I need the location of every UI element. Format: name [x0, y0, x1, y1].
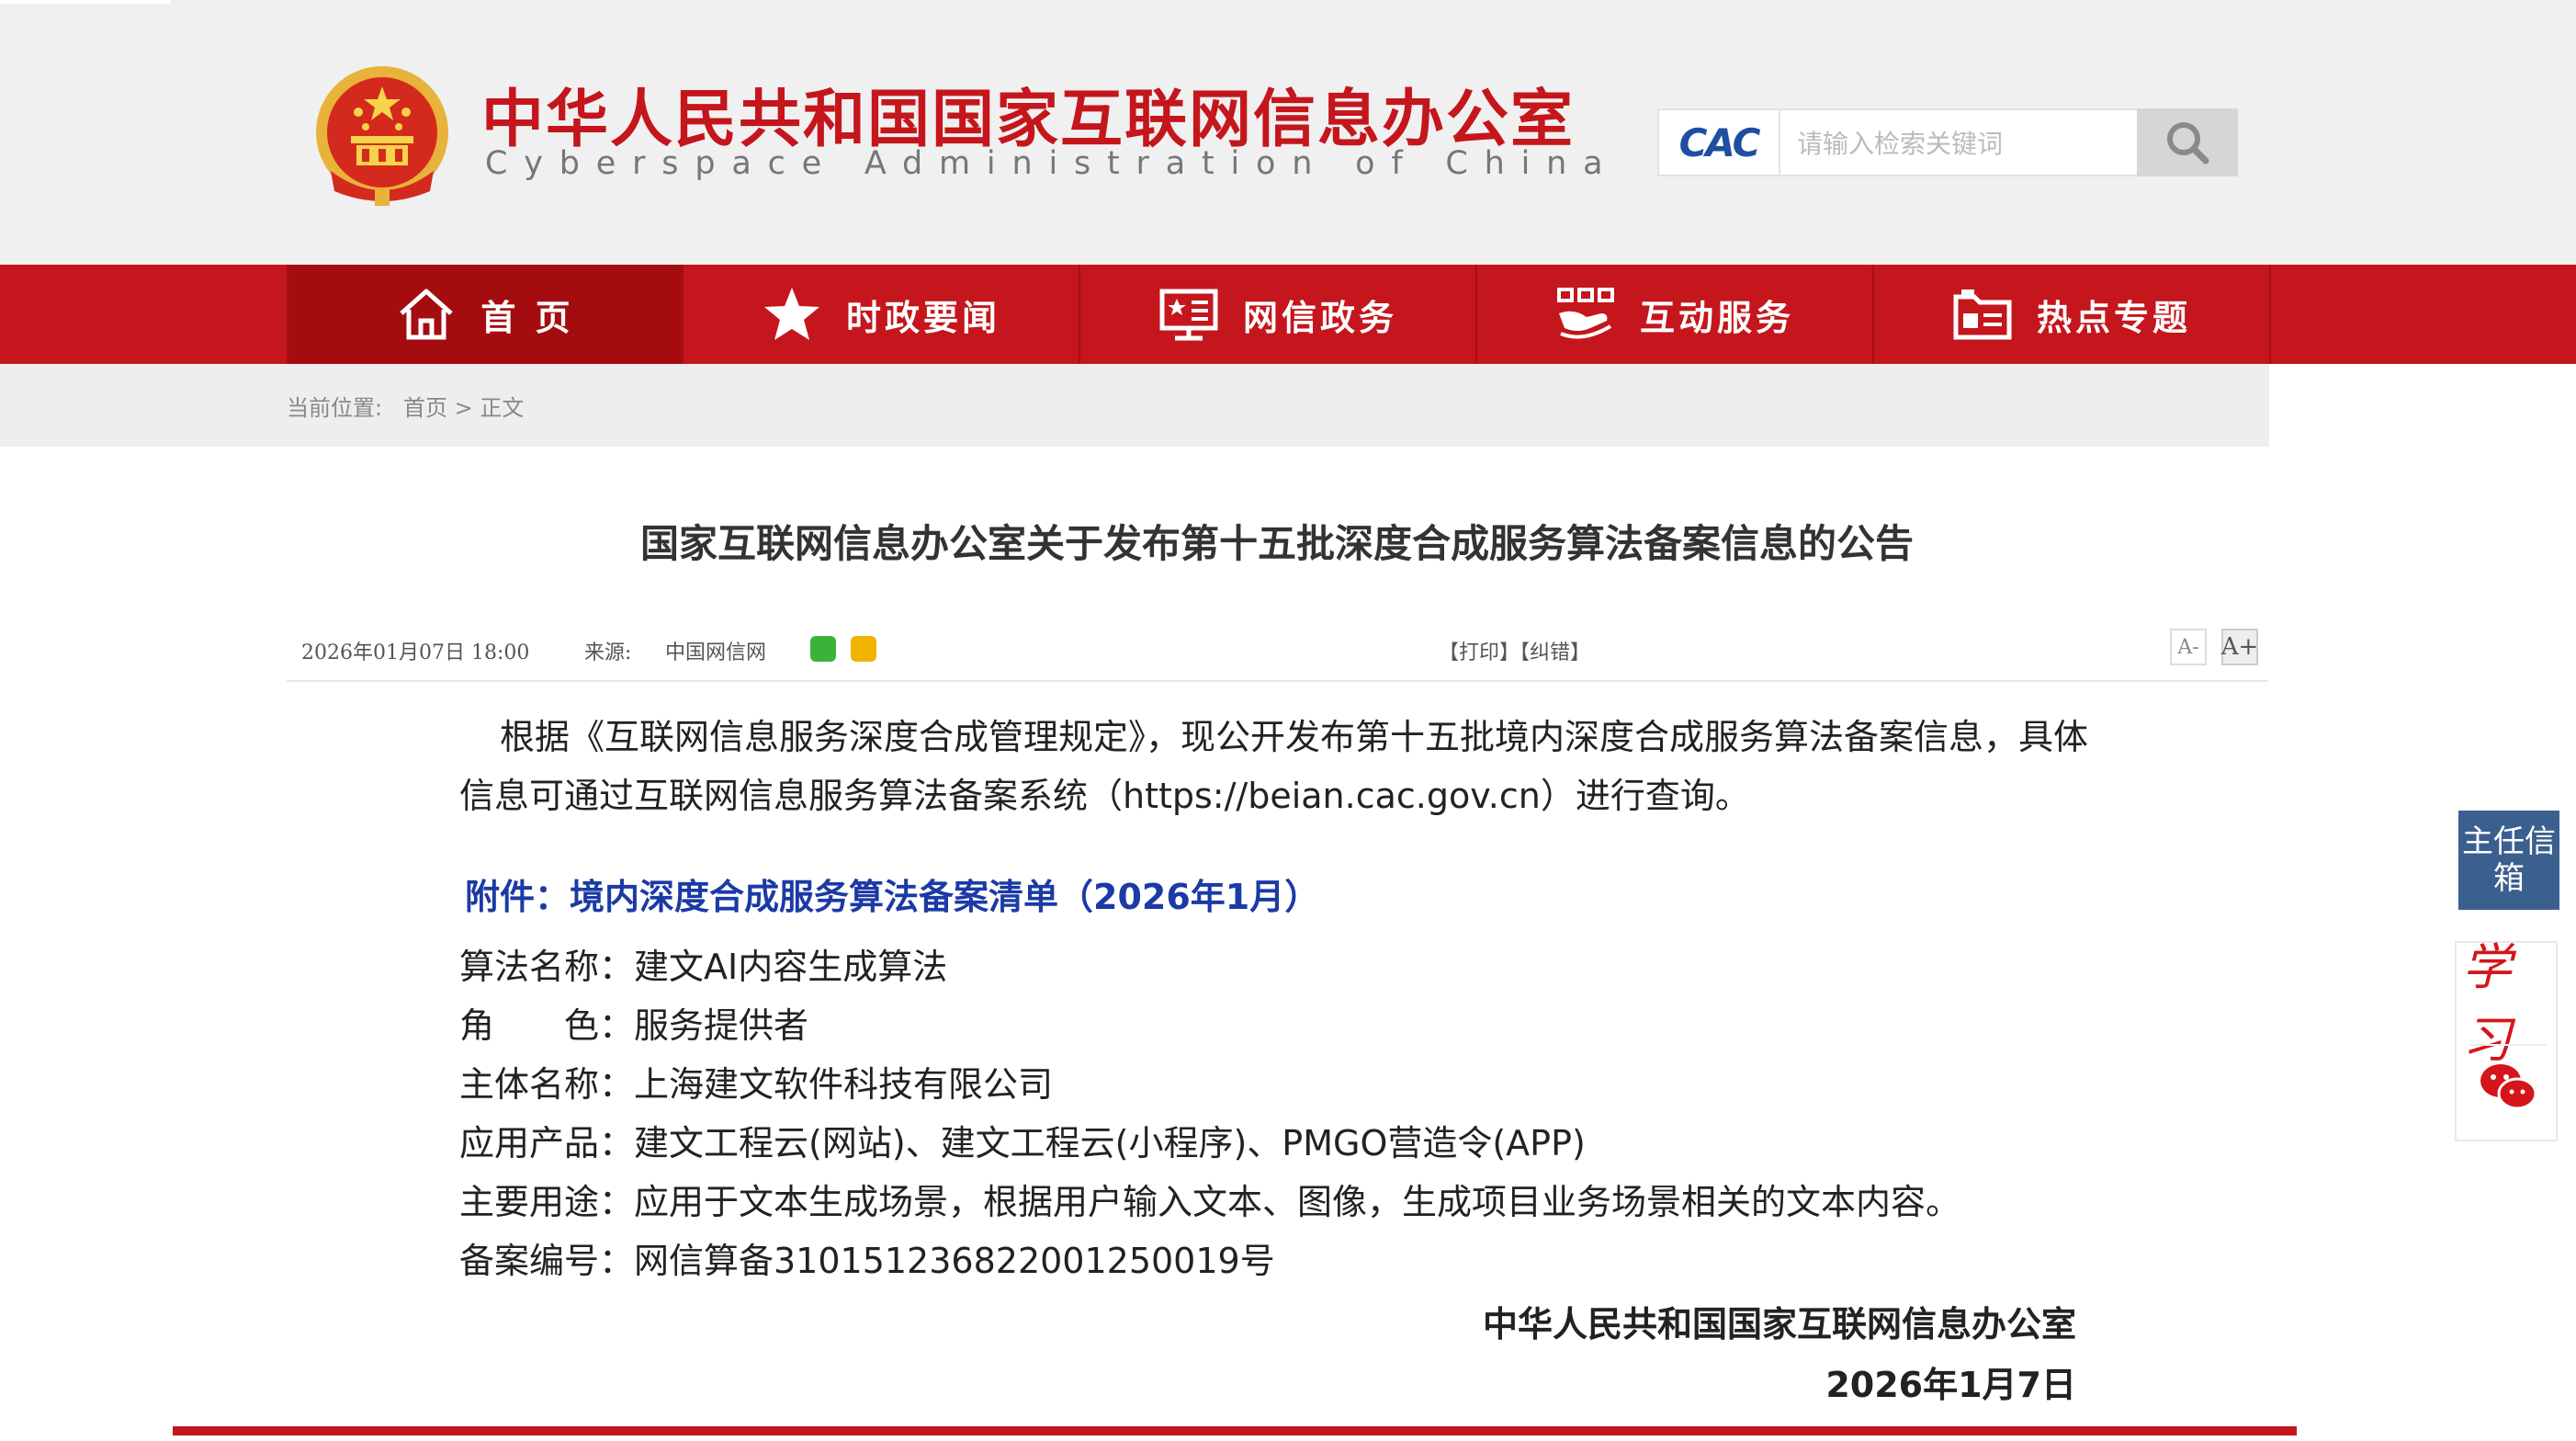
breadcrumb-bar: 当前位置: 首页 > 正文 — [0, 364, 2269, 447]
nav-item-news[interactable]: 时政要闻 — [684, 265, 1080, 364]
signature-date: 2026年1月7日 — [1825, 1365, 2076, 1405]
page: 中华人民共和国国家互联网信息办公室 Cyberspace Administrat… — [0, 0, 2576, 1441]
main-nav-items: 首 页 时政要闻 网信政务 互动服务 热点专题 — [287, 265, 2271, 364]
print-link[interactable]: 【打印】 — [1439, 641, 1520, 664]
source-name: 中国网信网 — [665, 641, 767, 664]
star-icon — [763, 288, 819, 340]
nav-item-interactive[interactable]: 互动服务 — [1477, 265, 1874, 364]
filing-field: 应用产品：建文工程云(网站)、建文工程云(小程序)、PMGO营造令(APP) — [459, 1123, 1586, 1163]
breadcrumb: 当前位置: 首页 > 正文 — [287, 390, 524, 422]
nav-item-topics[interactable]: 热点专题 — [1874, 265, 2271, 364]
handshake-icon — [1556, 288, 1614, 339]
nav-item-label: 时政要闻 — [845, 297, 1000, 338]
attachment-title[interactable]: 附件：境内深度合成服务算法备案清单（2026年1月） — [459, 868, 2095, 926]
filing-field: 主要用途：应用于文本生成场景，根据用户输入文本、图像，生成项目业务场景相关的文本… — [459, 1182, 1961, 1222]
qzone-share-icon[interactable] — [851, 636, 876, 662]
article-body: 根据《互联网信息服务深度合成管理规定》，现公开发布第十五批境内深度合成服务算法备… — [459, 708, 2095, 1405]
nav-item-label: 互动服务 — [1639, 297, 1794, 338]
search-box: CAC — [1657, 108, 2238, 176]
search-icon — [2167, 122, 2209, 165]
font-increase-button[interactable]: A+ — [2221, 629, 2258, 665]
cac-logo-text: CAC — [1678, 119, 1761, 165]
wechat-icon[interactable] — [2479, 1057, 2537, 1116]
nav-item-home[interactable]: 首 页 — [287, 265, 684, 364]
screen-icon — [1159, 289, 1218, 341]
filing-field: 算法名称：建文AI内容生成算法 — [459, 947, 948, 987]
search-button[interactable] — [2137, 108, 2238, 176]
filing-field: 主体名称：上海建文软件科技有限公司 — [459, 1064, 1054, 1105]
main-nav: 首 页 时政要闻 网信政务 互动服务 热点专题 — [0, 265, 2576, 364]
breadcrumb-separator: > — [454, 395, 473, 421]
director-mailbox-button[interactable]: 主任信箱 — [2458, 811, 2559, 910]
filing-field: 角 色：服务提供者 — [459, 1005, 809, 1046]
breadcrumb-home-link[interactable]: 首页 — [403, 395, 447, 421]
filing-field: 备案编号：网信算备310151236822001250019号 — [459, 1241, 1275, 1281]
article-meta: 2026年01月07日 18:00 来源: 中国网信网 【打印】【纠错】 A- … — [287, 623, 2267, 682]
wechat-share-icon[interactable] — [810, 636, 836, 662]
folder-icon — [1953, 289, 2012, 340]
header-strip — [0, 0, 171, 4]
site-subtitle: Cyberspace Administration of China — [485, 145, 1620, 182]
article-paragraph: 根据《互联网信息服务深度合成管理规定》，现公开发布第十五批境内深度合成服务算法备… — [459, 717, 2089, 816]
source-label: 来源: — [584, 641, 632, 664]
nav-item-label: 网信政务 — [1242, 297, 1397, 338]
nav-item-label: 热点专题 — [2036, 297, 2191, 338]
xuexi-logo[interactable]: 学习 — [2462, 938, 2554, 1069]
filing-fields: 算法名称：建文AI内容生成算法 角 色：服务提供者 主体名称：上海建文软件科技有… — [459, 937, 2095, 1290]
header: 中华人民共和国国家互联网信息办公室 Cyberspace Administrat… — [0, 0, 2576, 265]
article-actions: 【打印】【纠错】 — [1439, 636, 1590, 665]
breadcrumb-prefix: 当前位置: — [287, 395, 383, 421]
article-title: 国家互联网信息办公室关于发布第十五批深度合成服务算法备案信息的公告 — [639, 521, 1914, 566]
side-panel: 学习 — [2455, 938, 2558, 1141]
search-input[interactable] — [1797, 123, 2137, 164]
signature-org: 中华人民共和国国家互联网信息办公室 — [1482, 1304, 2076, 1345]
breadcrumb-current: 正文 — [480, 395, 525, 421]
side-divider — [2469, 1044, 2547, 1046]
footer-divider — [173, 1426, 2297, 1435]
correct-link[interactable]: 【纠错】 — [1520, 641, 1590, 664]
font-decrease-button[interactable]: A- — [2170, 629, 2207, 665]
home-icon — [400, 289, 454, 340]
national-emblem-icon — [316, 66, 448, 206]
cac-logo[interactable]: CAC — [1659, 110, 1780, 175]
publish-date: 2026年01月07日 18:00 — [301, 641, 530, 664]
nav-item-affairs[interactable]: 网信政务 — [1080, 265, 1477, 364]
nav-item-label: 首 页 — [480, 297, 574, 338]
